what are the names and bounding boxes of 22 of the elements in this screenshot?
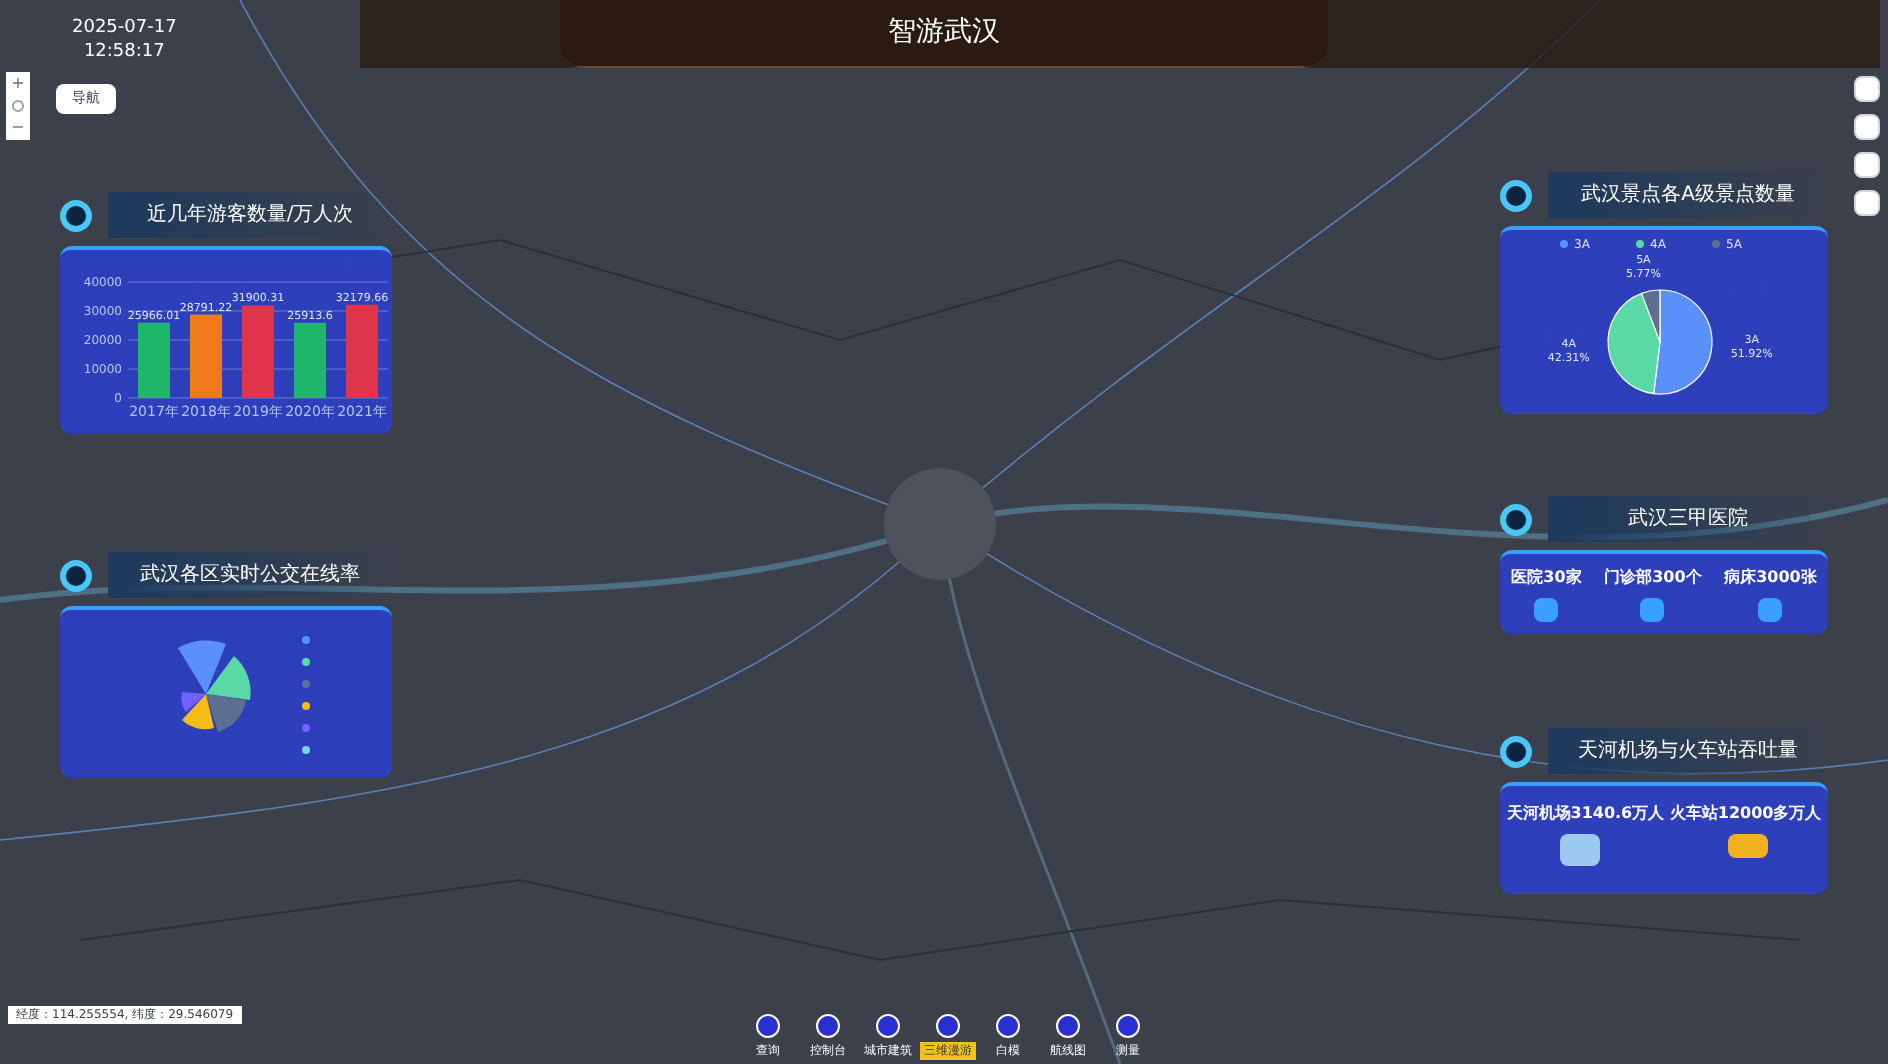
map-tool-icon[interactable] (1854, 152, 1880, 178)
legend-dot (1636, 240, 1644, 248)
bar (346, 304, 378, 398)
map-tool-icon[interactable] (1854, 76, 1880, 102)
bar (190, 314, 222, 398)
stat-text: 门诊部300个 (1604, 566, 1702, 590)
legend-dot (1712, 240, 1720, 248)
compass-icon (12, 100, 24, 112)
time-text: 12:58:17 (83, 40, 165, 64)
bar (242, 305, 274, 398)
throughput-text: 天河机场3140.6万人 火车站12000多万人 (1506, 802, 1822, 826)
date-text: 2025-07-17 (72, 16, 177, 40)
stat-text: 病床3000张 (1724, 566, 1817, 590)
zoom-out-button[interactable]: − (11, 116, 25, 140)
bar (138, 322, 170, 398)
legend-dot (1560, 240, 1568, 248)
app-title: 智游武汉 (888, 14, 1000, 52)
zoom-in-button[interactable]: + (11, 72, 25, 96)
map-tool-icon[interactable] (1854, 190, 1880, 216)
stat-text: 医院30家 (1511, 566, 1582, 590)
map-tool-icon[interactable] (1854, 114, 1880, 140)
bar (294, 322, 326, 398)
